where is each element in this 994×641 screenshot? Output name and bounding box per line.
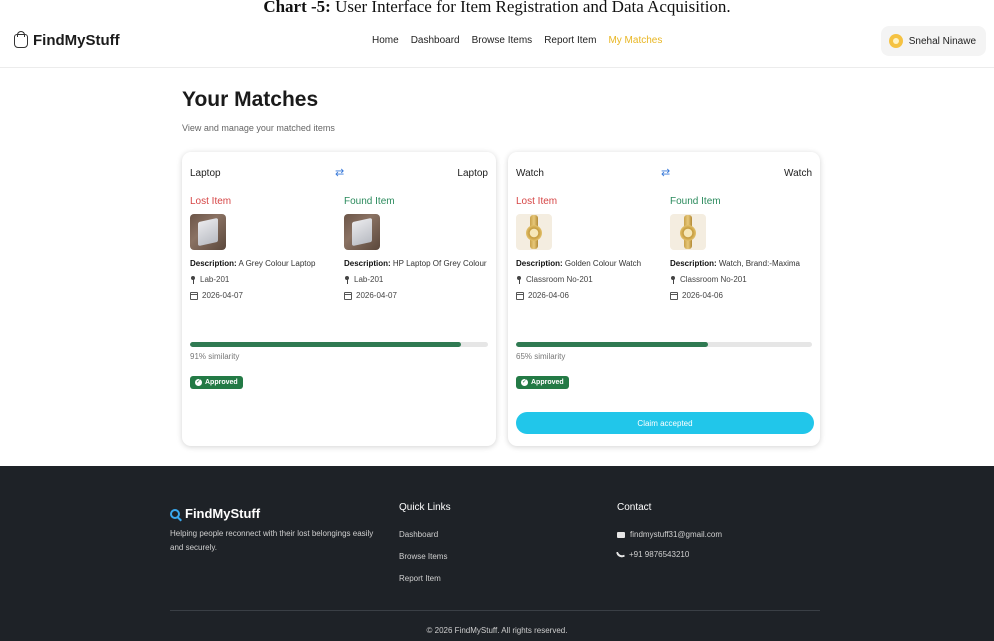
lost-item-label: Lost Item xyxy=(190,196,232,207)
footer-link-dashboard[interactable]: Dashboard xyxy=(399,530,438,539)
caption-label: Chart -5: xyxy=(263,0,331,16)
found-item-date: 2026-04-06 xyxy=(670,291,820,300)
page-subtitle: View and manage your matched items xyxy=(182,123,335,133)
nav-browse-items[interactable]: Browse Items xyxy=(472,35,533,46)
brand-name: FindMyStuff xyxy=(33,32,120,49)
lost-item-column: Lost Item Description: Golden Colour Wat… xyxy=(516,196,666,300)
lost-item-location: Lab-201 xyxy=(190,275,340,284)
nav-links: Home Dashboard Browse Items Report Item … xyxy=(372,35,662,46)
check-icon: ✓ xyxy=(521,379,528,386)
match-card: Laptop ⇄ Laptop Lost Item Description: A… xyxy=(182,152,496,446)
swap-icon: ⇄ xyxy=(335,167,345,179)
similarity-bar-fill xyxy=(190,342,462,347)
lost-item-description: Description: A Grey Colour Laptop xyxy=(190,259,316,268)
location-pin-icon xyxy=(344,275,350,284)
calendar-icon xyxy=(670,291,678,300)
contact-phone[interactable]: +91 9876543210 xyxy=(616,550,689,559)
site-footer: FindMyStuff Helping people reconnect wit… xyxy=(0,466,994,641)
location-pin-icon xyxy=(670,275,676,284)
calendar-icon xyxy=(344,291,352,300)
mail-icon xyxy=(617,531,625,538)
lost-item-date: 2026-04-06 xyxy=(516,291,666,300)
swap-icon: ⇄ xyxy=(661,167,671,179)
lost-item-location: Classroom No-201 xyxy=(516,275,666,284)
found-item-description: Description: HP Laptop Of Grey Colour xyxy=(344,259,487,268)
match-card: Watch ⇄ Watch Lost Item Description: Gol… xyxy=(508,152,820,446)
found-item-description: Description: Watch, Brand:-Maxima xyxy=(670,259,800,268)
lost-item-image[interactable] xyxy=(516,214,552,250)
copyright: © 2026 FindMyStuff. All rights reserved. xyxy=(426,626,568,635)
nav-dashboard[interactable]: Dashboard xyxy=(411,35,460,46)
top-navbar: FindMyStuff Home Dashboard Browse Items … xyxy=(0,20,994,68)
lost-item-description: Description: Golden Colour Watch xyxy=(516,259,642,268)
found-item-image[interactable] xyxy=(344,214,380,250)
check-icon: ✓ xyxy=(195,379,202,386)
lost-item-image[interactable] xyxy=(190,214,226,250)
found-item-date: 2026-04-07 xyxy=(344,291,494,300)
found-item-image[interactable] xyxy=(670,214,706,250)
claim-accepted-button[interactable]: Claim accepted xyxy=(516,412,814,434)
similarity-bar xyxy=(190,342,488,347)
found-item-location: Classroom No-201 xyxy=(670,275,820,284)
status-badge: ✓ Approved xyxy=(516,376,569,389)
similarity-bar-fill xyxy=(516,342,709,347)
similarity-bar xyxy=(516,342,812,347)
location-pin-icon xyxy=(516,275,522,284)
calendar-icon xyxy=(516,291,524,300)
user-menu[interactable]: Snehal Ninawe xyxy=(880,26,986,56)
lost-item-label: Lost Item xyxy=(516,196,558,207)
found-item-label: Found Item xyxy=(670,196,721,207)
location-pin-icon xyxy=(190,275,196,284)
lost-item-column: Lost Item Description: A Grey Colour Lap… xyxy=(190,196,340,300)
page-title: Your Matches xyxy=(182,88,319,111)
found-item-location: Lab-201 xyxy=(344,275,494,284)
nav-home[interactable]: Home xyxy=(372,35,399,46)
found-item-column: Found Item Description: Watch, Brand:-Ma… xyxy=(670,196,820,300)
lost-item-title: Watch xyxy=(516,168,544,179)
brand-logo[interactable]: FindMyStuff xyxy=(14,30,120,49)
search-icon xyxy=(170,508,180,519)
figure-caption: Chart -5: User Interface for Item Regist… xyxy=(0,0,994,20)
found-item-title: Laptop xyxy=(457,168,488,179)
status-badge: ✓ Approved xyxy=(190,376,243,389)
contact-heading: Contact xyxy=(617,502,652,513)
avatar xyxy=(888,34,903,48)
phone-icon xyxy=(616,550,625,559)
footer-link-report-item[interactable]: Report Item xyxy=(399,574,441,583)
quick-links-heading: Quick Links xyxy=(399,502,451,513)
caption-text: User Interface for Item Registration and… xyxy=(330,0,731,16)
similarity-text: 91% similarity xyxy=(190,352,240,361)
lost-item-date: 2026-04-07 xyxy=(190,291,340,300)
user-name: Snehal Ninawe xyxy=(908,35,976,47)
found-item-title: Watch xyxy=(784,168,812,179)
lost-item-title: Laptop xyxy=(190,168,221,179)
nav-report-item[interactable]: Report Item xyxy=(544,35,596,46)
calendar-icon xyxy=(190,291,198,300)
footer-tagline: Helping people reconnect with their lost… xyxy=(170,529,374,552)
nav-my-matches[interactable]: My Matches xyxy=(608,35,662,46)
found-item-column: Found Item Description: HP Laptop Of Gre… xyxy=(344,196,494,300)
footer-link-browse-items[interactable]: Browse Items xyxy=(399,552,447,561)
bag-icon xyxy=(14,30,28,48)
found-item-label: Found Item xyxy=(344,196,395,207)
similarity-text: 65% similarity xyxy=(516,352,566,361)
contact-email[interactable]: findmystuff31@gmail.com xyxy=(617,530,722,539)
footer-divider xyxy=(170,610,820,611)
footer-brand[interactable]: FindMyStuff xyxy=(170,506,260,521)
